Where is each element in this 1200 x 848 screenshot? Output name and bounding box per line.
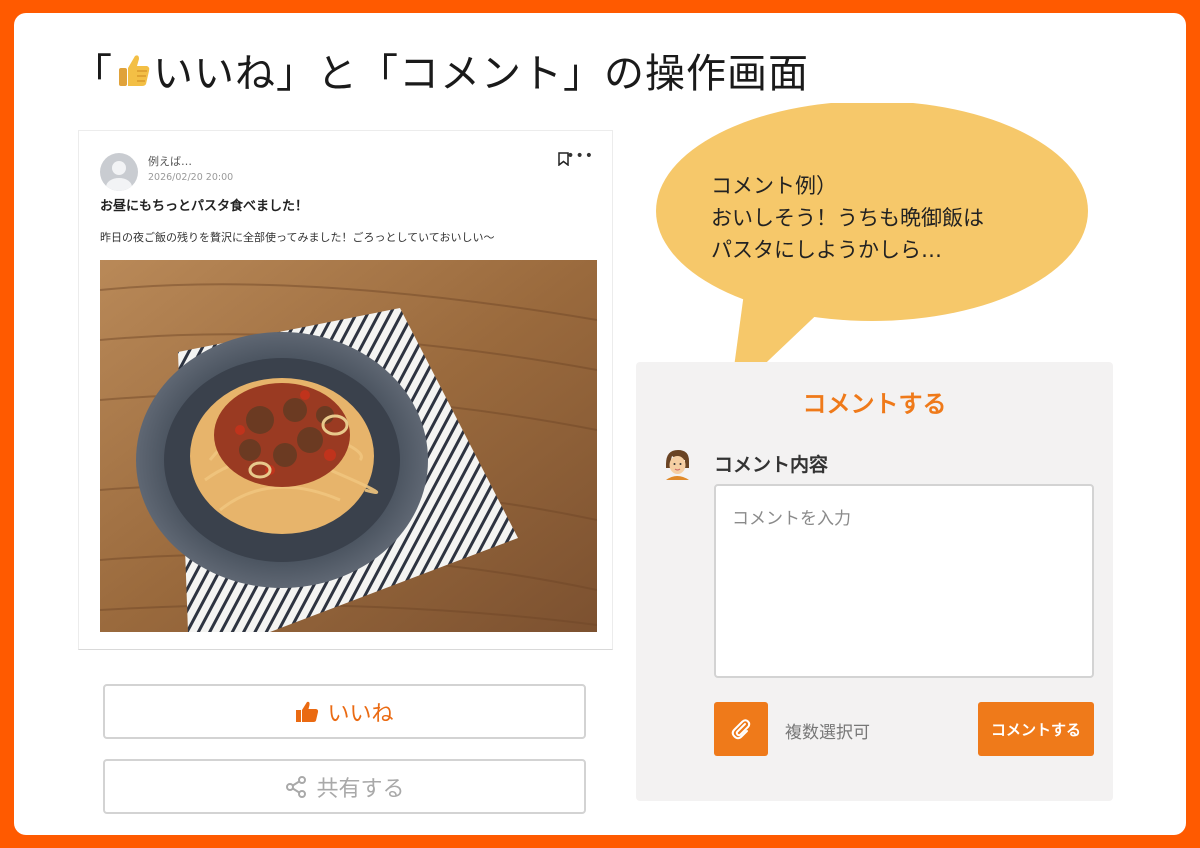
post-card: 例えば… 2026/02/20 20:00 ••• お昼にもちっとパスタ食べまし… — [78, 130, 613, 650]
like-button[interactable]: いいね — [103, 684, 586, 739]
bubble-line: コメント例） — [711, 174, 837, 198]
comment-input[interactable]: コメントを入力 — [714, 484, 1094, 678]
post-date: 2026/02/20 20:00 — [148, 172, 234, 183]
like-label: いいね — [327, 701, 394, 727]
thumbs-up-icon — [296, 701, 319, 722]
page-title: 「 いいね」と「コメント」の操作画面 — [72, 41, 809, 99]
bubble-line: パスタにしようかしら… — [711, 238, 942, 262]
share-button[interactable]: 共有する — [103, 759, 586, 814]
paperclip-icon — [731, 719, 751, 740]
share-label: 共有する — [316, 776, 405, 802]
bubble-line: おいしそう！うちも晩御飯は — [711, 206, 984, 230]
title-rest: いいね」と「コメント」の操作画面 — [153, 51, 809, 97]
comment-field-label: コメント内容 — [714, 454, 829, 476]
attach-note: 複数選択可 — [785, 723, 870, 743]
post-body: 昨日の夜ご飯の残りを贅沢に全部使ってみました！ごろっとしていておいしい〜 — [100, 231, 495, 244]
post-author[interactable]: 例えば… — [148, 153, 192, 169]
thumbs-up-icon — [119, 55, 150, 86]
post-photo[interactable] — [100, 260, 597, 632]
submit-comment-button[interactable]: コメントする — [978, 702, 1094, 756]
frame: 「 いいね」と「コメント」の操作画面 例えば… 2026/02/20 20:00… — [14, 13, 1186, 835]
comment-form-heading: コメントする — [802, 390, 947, 418]
share-icon — [286, 775, 307, 798]
more-options-icon[interactable]: ••• — [566, 148, 594, 164]
title-prefix: 「 — [72, 51, 113, 97]
user-silhouette-icon — [106, 161, 132, 191]
user-face-icon — [666, 450, 689, 480]
post-title: お昼にもちっとパスタ食べました！ — [100, 199, 309, 214]
attach-button[interactable] — [714, 702, 768, 756]
comment-form-panel: コメントする コメント内容 コメントを入力 複数選択可 コメントする — [636, 362, 1113, 801]
avatar — [100, 153, 138, 191]
bubble-text: コメント例） おいしそう！うちも晩御飯は パスタにしようかしら… — [711, 170, 984, 266]
